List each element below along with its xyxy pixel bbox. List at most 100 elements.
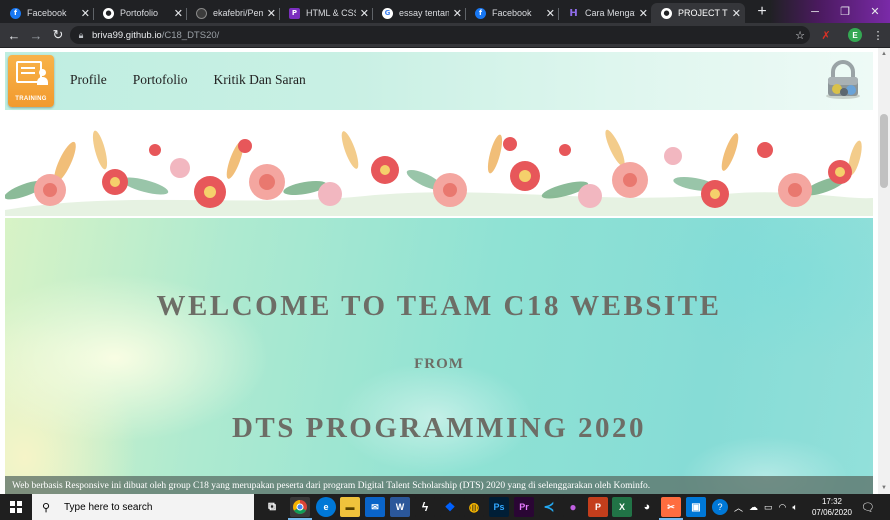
color-drop-icon[interactable]: ●: [563, 497, 583, 517]
person-icon: [37, 69, 48, 85]
photos-icon[interactable]: ▣: [686, 497, 706, 517]
tab-title: PROJECT TEAM: [678, 8, 728, 18]
browser-tab[interactable]: ● Portofolio ✕: [93, 3, 187, 23]
hero-section: WELCOME TO TEAM C18 WEBSITE FROM DTS PRO…: [5, 218, 873, 494]
avatar-initial: E: [852, 30, 858, 40]
mail-icon[interactable]: ✉: [365, 497, 385, 517]
excel-icon[interactable]: X: [612, 497, 632, 517]
menu-icon[interactable]: ⋮: [870, 27, 886, 43]
new-tab-button[interactable]: +: [752, 2, 772, 22]
close-tab-icon[interactable]: ✕: [360, 7, 369, 20]
close-window-button[interactable]: ✕: [860, 0, 890, 23]
close-tab-icon[interactable]: ✕: [267, 7, 276, 20]
file-explorer-icon[interactable]: ▬: [340, 497, 360, 517]
edge-icon[interactable]: e: [316, 497, 336, 517]
tab-title: essay tentang: [399, 8, 449, 18]
clock-date: 07/06/2020: [811, 508, 853, 517]
search-placeholder: Type here to search: [64, 501, 153, 513]
profile-avatar[interactable]: E: [848, 28, 862, 42]
close-tab-icon[interactable]: ✕: [732, 7, 741, 20]
facebook-icon: f: [10, 7, 21, 19]
start-button[interactable]: [0, 494, 32, 520]
help-icon[interactable]: ?: [712, 499, 728, 515]
hero-footer-bar: Web berbasis Responsive ini dibuat oleh …: [5, 476, 873, 494]
scroll-down-arrow-icon[interactable]: ▼: [878, 482, 890, 494]
scroll-up-arrow-icon[interactable]: ▲: [878, 48, 890, 60]
hero-from: FROM: [414, 356, 464, 372]
windows-taskbar: ⚲ Type here to search ⧉ e ▬ ✉ W ϟ ❖ ◍ Ps…: [0, 494, 890, 520]
google-icon: G: [382, 7, 393, 19]
page-scrollbar[interactable]: ▲ ▼: [878, 48, 890, 494]
facebook-icon: f: [475, 7, 486, 19]
clock-time: 17:32: [821, 497, 843, 506]
photoshop-icon[interactable]: Ps: [489, 497, 509, 517]
cloud-icon[interactable]: ☁: [749, 502, 758, 513]
browser-tab[interactable]: P HTML & CSS S ✕: [279, 3, 373, 23]
chrome-icon[interactable]: [288, 497, 312, 520]
browser-tab[interactable]: ekafebri/Pemr ✕: [186, 3, 280, 23]
browser-tab[interactable]: f Facebook ✕: [465, 3, 559, 23]
browser-tab[interactable]: H Cara Mengata ✕: [558, 3, 652, 23]
browser-tab[interactable]: f Facebook ✕: [0, 3, 94, 23]
browser-tab[interactable]: G essay tentang ✕: [372, 3, 466, 23]
close-tab-icon[interactable]: ✕: [639, 7, 648, 20]
tab-title: Cara Mengata: [585, 8, 635, 18]
nav-kritik-link[interactable]: Kritik Dan Saran: [214, 72, 306, 88]
nav-profile-link[interactable]: Profile: [70, 72, 107, 88]
close-tab-icon[interactable]: ✕: [81, 7, 90, 20]
wifi-icon[interactable]: ◠: [779, 502, 787, 513]
system-tray: ? ︿ ☁ ▭ ◠ 🔈︎: [712, 494, 804, 520]
tab-strip: f Facebook ✕ ● Portofolio ✕ ekafebri/Pem…: [0, 0, 890, 23]
close-tab-icon[interactable]: ✕: [174, 7, 183, 20]
flower-garland: [5, 120, 873, 216]
task-view-icon[interactable]: ⧉: [262, 497, 282, 517]
maximize-button[interactable]: ❐: [830, 0, 860, 23]
game-icon[interactable]: ◕: [637, 497, 657, 517]
nav-portofolio-link[interactable]: Portofolio: [133, 72, 188, 88]
volume-icon[interactable]: 🔈︎: [792, 502, 797, 513]
scroll-thumb[interactable]: [880, 114, 888, 188]
premiere-icon[interactable]: Pr: [514, 497, 534, 517]
minimize-button[interactable]: ─: [800, 0, 830, 23]
url-host: briva99.github.io: [92, 29, 162, 41]
word-icon[interactable]: W: [390, 497, 410, 517]
lock-icon[interactable]: 🔒︎: [74, 30, 88, 41]
notifications-icon[interactable]: 🗨︎: [860, 499, 876, 515]
tab-title: HTML & CSS S: [306, 8, 356, 18]
chevron-up-icon[interactable]: ︿: [734, 501, 743, 514]
sway-icon[interactable]: ϟ: [415, 497, 435, 517]
site-logo[interactable]: TRAINING: [8, 55, 54, 107]
taskbar-search-box[interactable]: ⚲ Type here to search: [32, 494, 254, 520]
github-icon: ●: [103, 7, 114, 19]
browser-tab-active[interactable]: ● PROJECT TEAM ✕: [651, 3, 745, 23]
tab-title: Facebook: [27, 8, 67, 18]
dropbox-icon[interactable]: ❖: [440, 497, 460, 517]
hashnode-icon: H: [569, 7, 578, 19]
bookmark-star-icon[interactable]: ☆: [792, 27, 808, 43]
extension-icon[interactable]: ✗: [818, 27, 834, 43]
tab-title: ekafebri/Pemr: [213, 8, 263, 18]
tab-title: Portofolio: [120, 8, 159, 18]
close-tab-icon[interactable]: ✕: [546, 7, 555, 20]
vscode-icon[interactable]: ≺: [539, 497, 559, 517]
logo-text: TRAINING: [15, 96, 47, 102]
site-navbar: TRAINING Profile Portofolio Kritik Dan S…: [5, 52, 873, 110]
github-icon: [196, 7, 207, 19]
hero-subtitle: DTS PROGRAMMING 2020: [231, 412, 647, 444]
snip-sketch-icon[interactable]: ✂: [659, 497, 683, 520]
padlock-login-icon[interactable]: [823, 60, 863, 100]
page-viewport: TRAINING Profile Portofolio Kritik Dan S…: [0, 48, 890, 494]
nav-menu: Profile Portofolio Kritik Dan Saran: [70, 72, 306, 88]
back-button[interactable]: ←: [4, 25, 24, 45]
battery-icon[interactable]: ▭: [764, 502, 773, 513]
address-bar[interactable]: 🔒︎ briva99.github.io/C18_DTS20/: [70, 26, 810, 44]
reload-button[interactable]: ↻: [48, 25, 68, 45]
hero-title: WELCOME TO TEAM C18 WEBSITE: [156, 290, 722, 322]
powerpoint-icon[interactable]: P: [588, 497, 608, 517]
forward-button[interactable]: →: [26, 25, 46, 45]
taskbar-clock[interactable]: 17:32 07/06/2020: [810, 496, 854, 518]
chrome-2-icon[interactable]: ◍: [464, 497, 484, 517]
tab-title: Facebook: [492, 8, 532, 18]
close-tab-icon[interactable]: ✕: [453, 7, 462, 20]
purple-p-icon: P: [289, 7, 300, 19]
